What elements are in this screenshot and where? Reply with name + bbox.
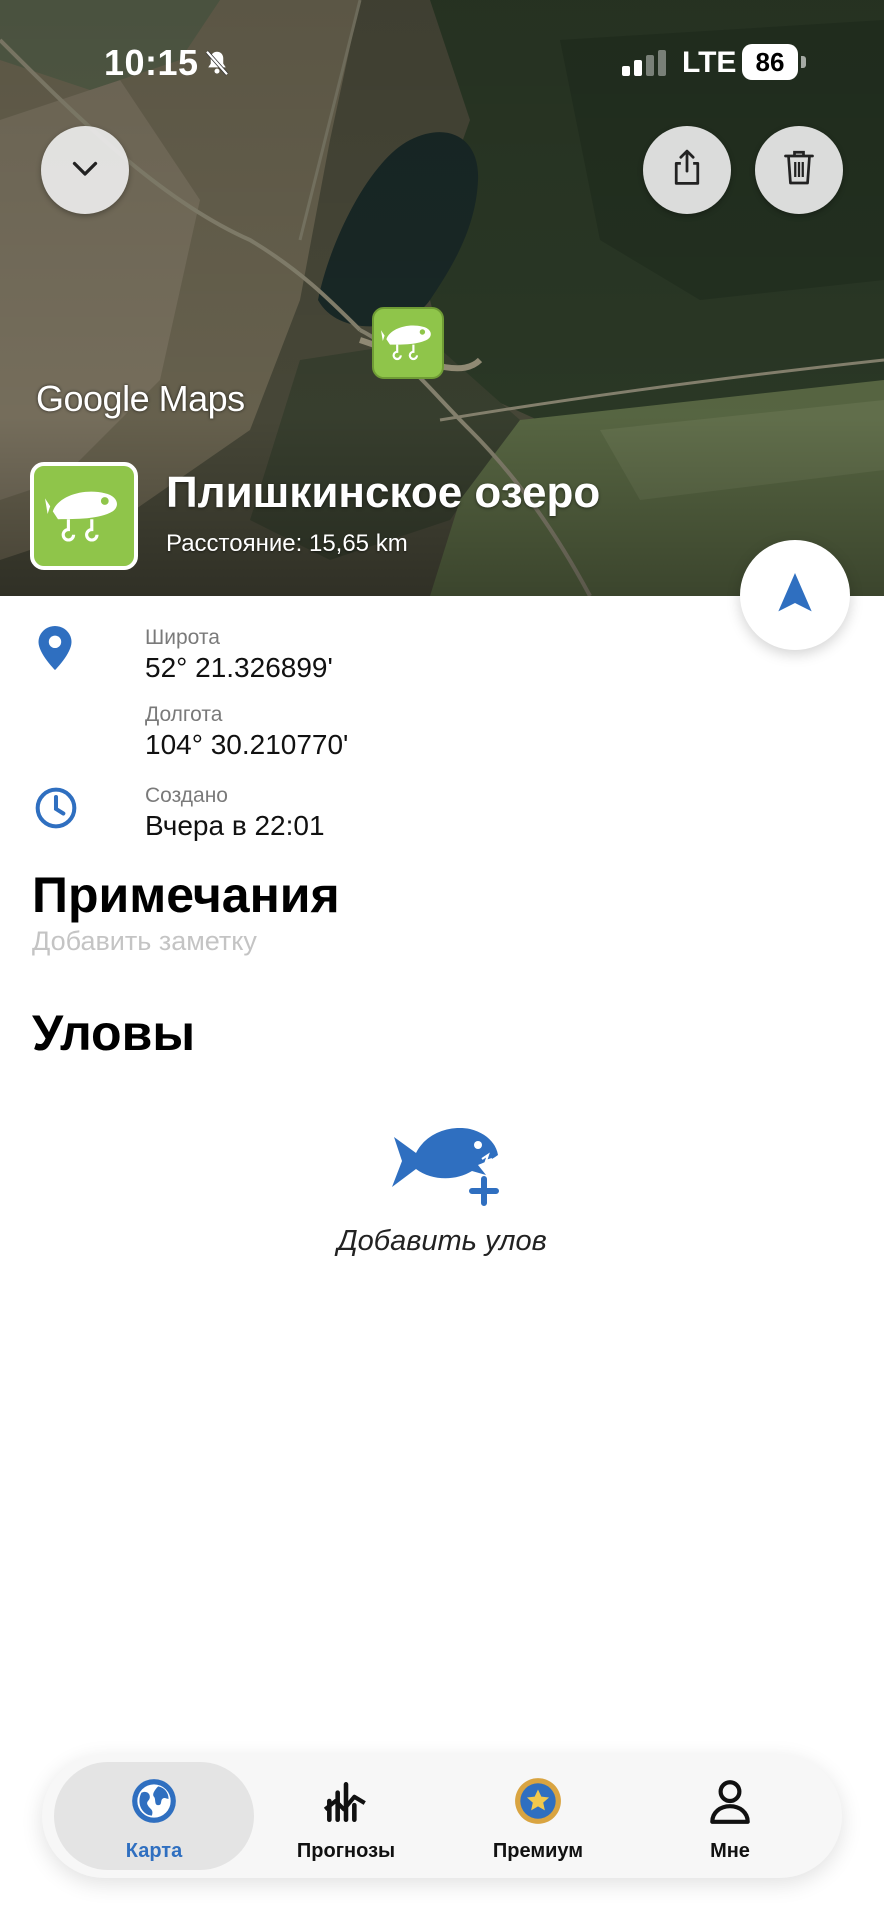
- google-maps-attribution: Google Maps: [36, 378, 245, 419]
- created-value: Вчера в 22:01: [145, 810, 325, 841]
- person-icon: [705, 1776, 755, 1826]
- battery-tip: [801, 56, 806, 68]
- delete-button[interactable]: [755, 126, 843, 214]
- battery-indicator: 86: [742, 44, 798, 80]
- map-marker[interactable]: [372, 307, 444, 379]
- latitude-label: Широта: [145, 626, 220, 649]
- share-button[interactable]: [643, 126, 731, 214]
- tab-me-label: Мне: [710, 1840, 750, 1862]
- chart-icon: [321, 1776, 371, 1826]
- tab-me[interactable]: Мне: [630, 1762, 830, 1870]
- place-title: Плишкинское озеро: [166, 468, 601, 517]
- tab-forecasts[interactable]: Прогнозы: [246, 1762, 446, 1870]
- tab-map[interactable]: Карта: [54, 1762, 254, 1870]
- fish-add-icon: [386, 1115, 502, 1212]
- created-label: Создано: [145, 784, 228, 807]
- globe-icon: [129, 1776, 179, 1826]
- star-badge-icon: [513, 1776, 563, 1826]
- status-bar: 10:15 LTE 86: [0, 40, 884, 90]
- fishing-lure-icon: [381, 317, 435, 370]
- signal-icon: [622, 50, 668, 81]
- share-icon: [668, 148, 706, 193]
- location-pin-icon: [38, 626, 72, 675]
- chevron-down-icon: [67, 150, 103, 191]
- longitude-value: 104° 30.210770': [145, 729, 349, 760]
- fishing-lure-icon: [45, 479, 123, 554]
- latitude-value: 52° 21.326899': [145, 652, 333, 683]
- trash-icon: [781, 148, 817, 193]
- tab-bar: Карта Прогнозы Премиум Мне: [42, 1754, 842, 1878]
- clock-icon: [34, 786, 78, 835]
- navigation-arrow-icon: [775, 571, 815, 620]
- place-icon: [30, 462, 138, 570]
- status-time: 10:15: [104, 42, 199, 83]
- place-distance: Расстояние: 15,65 km: [166, 530, 408, 557]
- notes-title: Примечания: [32, 867, 340, 923]
- tab-map-label: Карта: [125, 1840, 183, 1862]
- tab-premium[interactable]: Премиум: [438, 1762, 638, 1870]
- bell-muted-icon: [202, 48, 232, 83]
- add-catch-label: Добавить улов: [337, 1225, 547, 1257]
- tab-forecasts-label: Прогнозы: [296, 1840, 396, 1862]
- tab-premium-label: Премиум: [492, 1840, 584, 1862]
- add-catch-button[interactable]: Добавить улов: [330, 1115, 554, 1265]
- catches-title: Уловы: [32, 1005, 196, 1061]
- satellite-map[interactable]: 10:15 LTE 86 Google Maps Плишкинское озе…: [0, 0, 884, 596]
- add-note-field[interactable]: Добавить заметку: [32, 926, 257, 957]
- network-type: LTE: [682, 46, 737, 79]
- collapse-button[interactable]: [41, 126, 129, 214]
- longitude-label: Долгота: [145, 703, 223, 726]
- navigate-button[interactable]: [740, 540, 850, 650]
